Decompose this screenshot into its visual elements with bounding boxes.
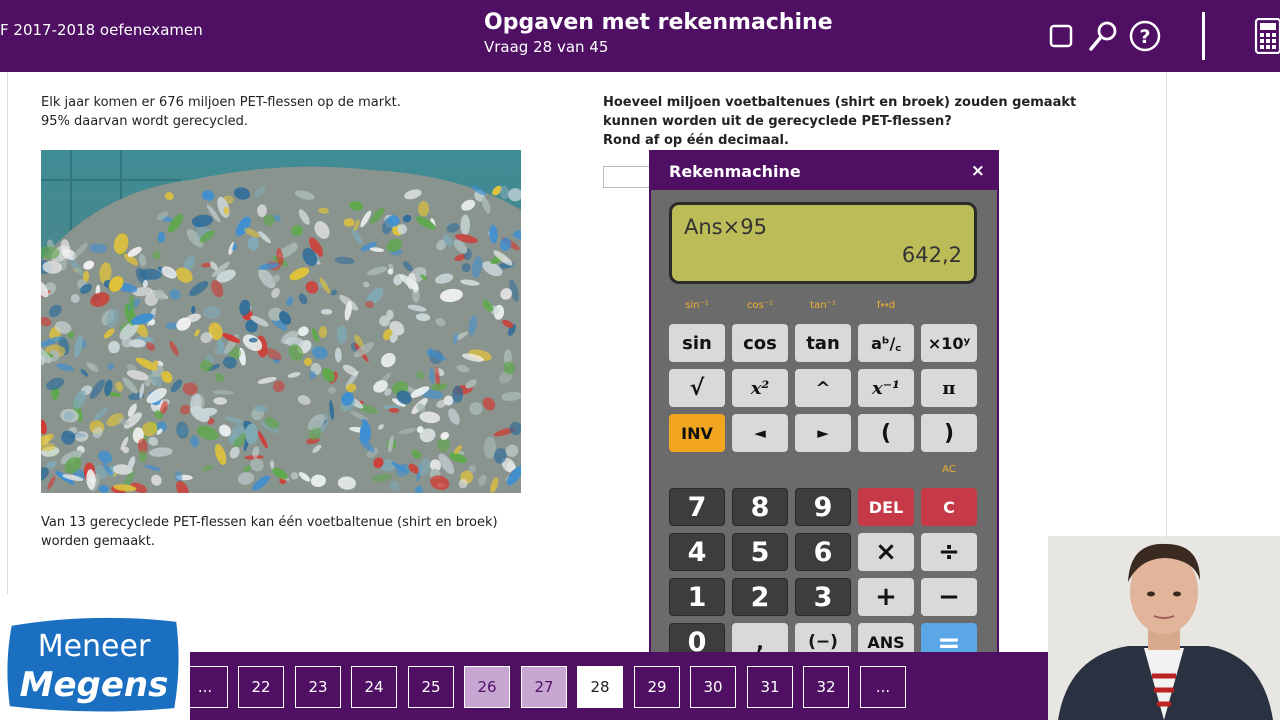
digit-3-key[interactable]: 3	[795, 578, 851, 616]
cos-key[interactable]: cos	[732, 324, 788, 362]
intro-line-2: 95% daarvan wordt gerecycled.	[41, 114, 249, 129]
page-button-23[interactable]: 23	[295, 666, 341, 708]
divide-key[interactable]: ÷	[921, 533, 977, 571]
display-expression: Ans×95	[684, 215, 767, 239]
digit-6-key[interactable]: 6	[795, 533, 851, 571]
page-button-24[interactable]: 24	[351, 666, 397, 708]
calculator-display: Ans×95 642,2	[669, 202, 977, 284]
minus-key[interactable]: −	[921, 578, 977, 616]
digit-2-key[interactable]: 2	[732, 578, 788, 616]
intro-line-1: Elk jaar komen er 676 miljoen PET-flesse…	[41, 95, 401, 110]
square-icon[interactable]	[1043, 18, 1079, 54]
shift-label-arcsin: sin⁻¹	[685, 300, 709, 311]
question-text: Hoeveel miljoen voetbaltenues (shirt en …	[603, 93, 1123, 150]
digit-4-key[interactable]: 4	[669, 533, 725, 571]
shift-label-arccos: cos⁻¹	[746, 300, 774, 311]
calculator-header[interactable]: Rekenmachine ×	[651, 152, 997, 190]
plus-key[interactable]: +	[858, 578, 914, 616]
svg-text:?: ?	[1139, 26, 1150, 48]
pi-key[interactable]: π	[921, 369, 977, 407]
shift-label-ac: AC	[942, 464, 956, 475]
open-paren-key[interactable]: (	[858, 414, 914, 452]
logo-line-1: Meneer	[38, 629, 151, 664]
sin-key[interactable]: sin	[669, 324, 725, 362]
clear-key[interactable]: C	[921, 488, 977, 526]
page-title: Opgaven met rekenmachine	[484, 10, 833, 35]
toolbar-separator	[1202, 12, 1205, 60]
help-icon[interactable]: ?	[1127, 18, 1163, 54]
page-button-27[interactable]: 27	[521, 666, 567, 708]
sqrt-key[interactable]: √	[669, 369, 725, 407]
delete-key[interactable]: DEL	[858, 488, 914, 526]
pet-bottles-photo	[41, 150, 521, 493]
exam-name: F 2017-2018 oefenexamen	[0, 21, 203, 39]
page-button-32[interactable]: 32	[803, 666, 849, 708]
digit-5-key[interactable]: 5	[732, 533, 788, 571]
square-key[interactable]: x²	[732, 369, 788, 407]
times-ten-power-key[interactable]: ×10ʸ	[921, 324, 977, 362]
note-text: Van 13 gerecyclede PET-flessen kan één v…	[41, 515, 498, 549]
meneer-megens-logo: Meneer Megens	[2, 612, 184, 716]
shift-label-arctan: tan⁻¹	[810, 300, 836, 311]
cursor-left-key[interactable]: ◄	[732, 414, 788, 452]
multiply-key[interactable]: ×	[858, 533, 914, 571]
page-button-28[interactable]: 28	[577, 666, 623, 708]
calculator-title: Rekenmachine	[669, 162, 801, 181]
page-button-31[interactable]: 31	[747, 666, 793, 708]
digit-7-key[interactable]: 7	[669, 488, 725, 526]
question-instruction: Rond af op één decimaal.	[603, 133, 789, 148]
page-button-29[interactable]: 29	[634, 666, 680, 708]
reciprocal-key[interactable]: x⁻¹	[858, 369, 914, 407]
tan-key[interactable]: tan	[795, 324, 851, 362]
title-block: Opgaven met rekenmachine Vraag 28 van 45	[484, 10, 833, 58]
calculator-window: Rekenmachine × Ans×95 642,2 sin⁻¹ cos⁻¹ …	[649, 150, 999, 670]
fraction-key[interactable]: aᵇ/꜀	[858, 324, 914, 362]
page-button-25[interactable]: 25	[408, 666, 454, 708]
top-bar: F 2017-2018 oefenexamen Opgaven met reke…	[0, 0, 1280, 72]
logo-line-2: Megens	[20, 665, 169, 705]
question-counter: Vraag 28 van 45	[484, 38, 609, 56]
page-button-30[interactable]: 30	[690, 666, 736, 708]
search-icon[interactable]	[1085, 18, 1121, 54]
close-paren-key[interactable]: )	[921, 414, 977, 452]
digit-9-key[interactable]: 9	[795, 488, 851, 526]
calculator-icon[interactable]	[1250, 18, 1280, 54]
close-calculator-button[interactable]: ×	[971, 161, 985, 181]
page-button-22[interactable]: 22	[238, 666, 284, 708]
page-button-ellipsis-left[interactable]: ...	[182, 666, 228, 708]
power-key[interactable]: ^	[795, 369, 851, 407]
question-body: Hoeveel miljoen voetbaltenues (shirt en …	[603, 95, 1077, 129]
digit-1-key[interactable]: 1	[669, 578, 725, 616]
page-button-26[interactable]: 26	[464, 666, 510, 708]
display-result: 642,2	[901, 243, 962, 267]
cursor-right-key[interactable]: ►	[795, 414, 851, 452]
page-button-ellipsis-right[interactable]: ...	[860, 666, 906, 708]
intro-text: Elk jaar komen er 676 miljoen PET-flesse…	[41, 93, 401, 131]
webcam-presenter-video	[1048, 536, 1280, 720]
shift-label-fraction-decimal: f↔d	[876, 300, 896, 311]
inv-key[interactable]: INV	[669, 414, 725, 452]
digit-8-key[interactable]: 8	[732, 488, 788, 526]
